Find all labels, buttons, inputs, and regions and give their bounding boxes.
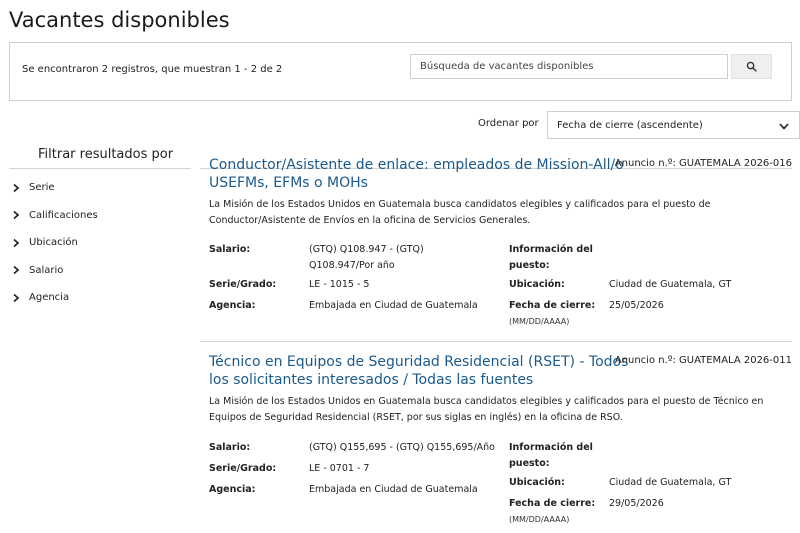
location-value: Ciudad de Guatemala, GT [609,477,732,488]
filter-list: Serie Calificaciones Ubicación Salario A… [9,174,191,312]
vacancy-divider [200,341,792,342]
filter-item-label: Calificaciones [29,209,98,221]
search-input[interactable] [410,54,728,79]
filter-item-calificaciones[interactable]: Calificaciones [9,202,191,230]
salary-value: (GTQ) Q155,695 - (GTQ) Q155,695/Año [309,442,495,453]
salary-label: Salario: [209,244,251,255]
vacancy-number: Anuncio n.º: GUATEMALA 2026-016 [614,158,792,169]
filter-title: Filtrar resultados por [38,147,174,162]
filter-item-ubicacion[interactable]: Ubicación [9,229,191,257]
filter-item-agencia[interactable]: Agencia [9,284,191,312]
sort-select[interactable]: Fecha de cierre (ascendente) [547,111,800,139]
date-format-hint: (MM/DD/AAAA) [509,317,570,326]
vacancy-number: Anuncio n.º: GUATEMALA 2026-011 [614,355,792,366]
salary-value: (GTQ) Q108.947 - (GTQ) Q108.947/Por año [309,244,424,271]
vacancy-card: Técnico en Equipos de Seguridad Residenc… [209,353,792,426]
sort-selected-value: Fecha de cierre (ascendente) [557,119,703,131]
sort-label: Ordenar por [478,118,539,129]
vacancy-title-link[interactable]: Técnico en Equipos de Seguridad Residenc… [209,353,629,389]
closing-date-label: Fecha de cierre: [509,498,596,509]
location-label: Ubicación: [509,279,565,290]
vacancy-description: La Misión de los Estados Unidos en Guate… [209,396,764,423]
grade-value: LE - 0701 - 7 [309,463,370,474]
location-label: Ubicación: [509,477,565,488]
agency-value: Embajada en Ciudad de Guatemala [309,300,478,311]
vacancy-description: La Misión de los Estados Unidos en Guate… [209,199,711,226]
filter-item-label: Ubicación [29,237,78,249]
grade-label: Serie/Grado: [209,279,277,290]
position-info-label: Información del puesto: [509,442,593,469]
salary-label: Salario: [209,442,251,453]
search-button[interactable] [731,54,772,79]
vacancy-card: Conductor/Asistente de enlace: empleados… [209,156,792,229]
filter-item-label: Agencia [29,292,70,304]
closing-date-label: Fecha de cierre: [509,300,596,311]
search-icon [746,61,757,72]
filter-item-label: Salario [29,264,64,276]
chevron-right-icon [13,266,20,275]
agency-value: Embajada en Ciudad de Guatemala [309,484,478,495]
location-value: Ciudad de Guatemala, GT [609,279,732,290]
agency-label: Agencia: [209,300,256,311]
grade-value: LE - 1015 - 5 [309,279,370,290]
results-count: Se encontraron 2 registros, que muestran… [22,64,283,75]
grade-label: Serie/Grado: [209,463,277,474]
filter-item-serie[interactable]: Serie [9,174,191,202]
filter-item-label: Serie [29,182,55,194]
chevron-right-icon [13,293,20,302]
vacancy-title-link[interactable]: Conductor/Asistente de enlace: empleados… [209,156,629,192]
chevron-right-icon [13,211,20,220]
agency-label: Agencia: [209,484,256,495]
filter-item-salario[interactable]: Salario [9,257,191,285]
position-info-label: Información del puesto: [509,244,593,271]
date-format-hint: (MM/DD/AAAA) [509,515,570,524]
search-panel: Se encontraron 2 registros, que muestran… [9,42,792,101]
closing-date-value: 29/05/2026 [609,498,664,509]
closing-date-value: 25/05/2026 [609,300,664,311]
chevron-right-icon [13,238,20,247]
page-title: Vacantes disponibles [9,8,230,32]
chevron-down-icon [779,123,789,130]
filter-divider [9,168,191,169]
chevron-right-icon [13,183,20,192]
